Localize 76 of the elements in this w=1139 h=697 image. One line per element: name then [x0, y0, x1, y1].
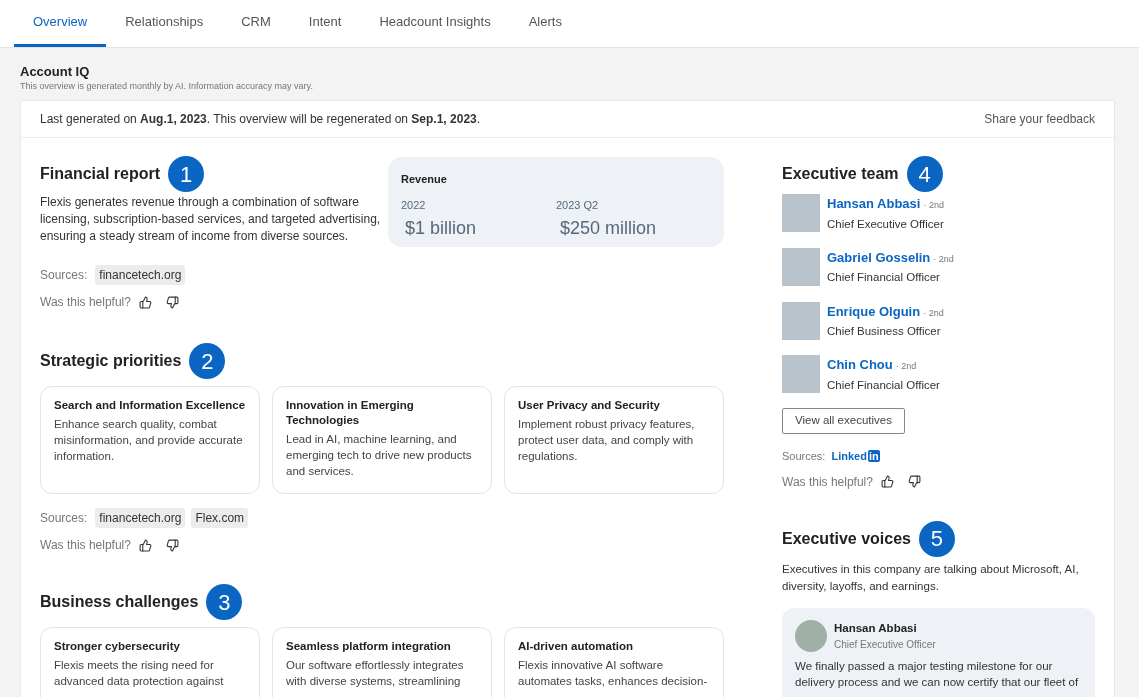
sources-label: Sources: — [782, 449, 826, 464]
generation-notice: Last generated on Aug.1, 2023. This overview will be regenerated on Sep.1, 2023. — [40, 111, 481, 128]
card-text: Flexis meets the rising need for advanced data protection against — [54, 658, 225, 689]
thumbs-down-icon[interactable] — [165, 538, 179, 552]
thumbs-up-icon[interactable] — [138, 538, 152, 552]
helpful-label: Was this helpful? — [40, 537, 131, 554]
connection-degree: · 2nd — [923, 306, 944, 320]
post-text: We finally passed a major testing milestone for our delivery process and we can now certify that our fleet of — [795, 658, 1080, 690]
thumbs-down-icon[interactable] — [165, 295, 179, 309]
executive-name-link[interactable]: Hansan Abbasi — [827, 194, 921, 214]
number-badge: 3 — [206, 584, 243, 620]
post-author-role: Chief Executive Officer — [834, 637, 936, 652]
revenue-label: Revenue — [401, 172, 448, 187]
page-subtitle: This overview is generated monthly by AI. Information accuracy may vary. — [20, 80, 314, 92]
voices-summary: Executives in this company are talking about Microsoft, AI, diversity, layoffs, and earnings. — [782, 561, 1080, 594]
section-title: Financial report — [40, 164, 161, 184]
helpful-label: Was this helpful? — [40, 294, 131, 311]
executive-role: Chief Executive Officer — [827, 216, 944, 232]
tab[interactable]: CRM — [222, 0, 290, 47]
section-title: Business challenges — [40, 592, 199, 612]
card-title: AI-driven automation — [518, 639, 634, 654]
number-badge: 5 — [918, 520, 955, 557]
executive-name-link[interactable]: Enrique Olguin — [827, 301, 921, 321]
card-text: Flexis innovative AI software automates tasks, enhances decision- — [518, 658, 709, 689]
section-title: Executive voices — [782, 528, 911, 549]
card-title: Seamless platform integration — [286, 639, 452, 654]
person-photo-placeholder — [782, 194, 820, 232]
card-text: Implement robust privacy features, protect user data, and comply with regulations. — [518, 417, 696, 464]
thumbs-up-icon[interactable] — [138, 295, 152, 309]
tab[interactable]: Alerts — [509, 0, 581, 47]
number-badge: 1 — [168, 156, 205, 192]
tab[interactable]: Intent — [289, 0, 361, 47]
sources-label: Sources: — [40, 267, 88, 284]
revenue-period: 2023 Q2 — [556, 197, 600, 213]
source-link[interactable]: Flex.com — [191, 508, 249, 528]
executive-role: Chief Financial Officer — [827, 377, 940, 393]
sources-label: Sources: — [40, 510, 88, 527]
source-link[interactable]: financetech.org — [95, 265, 186, 285]
feedback-link[interactable]: Share your feedback — [984, 110, 1095, 128]
avatar-placeholder — [795, 619, 827, 652]
connection-degree: · 2nd — [933, 252, 954, 266]
tab[interactable]: Overview — [14, 0, 107, 47]
card-title: Innovation in Emerging Technologies — [286, 398, 415, 428]
page-title: Account IQ — [20, 64, 91, 80]
section-title: Strategic priorities — [40, 351, 182, 371]
card-text: Enhance search quality, combat misinformation, and provide accurate information. — [54, 417, 244, 464]
thumbs-up-icon[interactable] — [880, 475, 894, 488]
view-all-executives-button[interactable]: View all executives — [782, 408, 905, 434]
section-title: Executive team — [782, 164, 899, 184]
tab[interactable]: Relationships — [106, 0, 223, 47]
helpful-label: Was this helpful? — [782, 473, 873, 491]
source-logo[interactable]: Linked in — [831, 448, 880, 465]
executive-name-link[interactable]: Gabriel Gosselin — [827, 247, 931, 268]
card-text: Lead in AI, machine learning, and emerging tech to drive new products and services. — [286, 432, 473, 479]
executive-name-link[interactable]: Chin Chou — [827, 355, 893, 375]
source-link[interactable]: financetech.org — [95, 508, 186, 528]
person-photo-placeholder — [782, 355, 820, 394]
connection-degree: · 2nd — [895, 360, 917, 374]
person-photo-placeholder — [782, 301, 820, 340]
thumbs-down-icon[interactable] — [907, 475, 921, 488]
executive-role: Chief Financial Officer — [827, 270, 941, 286]
number-badge: 2 — [189, 343, 226, 379]
card-title: Stronger cybersecurity — [54, 639, 181, 654]
connection-degree: · 2nd — [923, 199, 944, 212]
card-title: Search and Information Excellence — [54, 398, 246, 413]
executive-role: Chief Business Officer — [827, 324, 942, 339]
person-photo-placeholder — [782, 247, 820, 286]
financial-description: Flexis generates revenue through a combination of software licensing, subscription-based services, and targeted advertising, ensuring a steady stream of income from diverse sources. — [40, 194, 382, 245]
revenue-value: $1 billion — [404, 217, 478, 240]
post-author: Hansan Abbasi — [834, 620, 918, 636]
card-text: Our software effortlessly integrates with diverse systems, streamlining — [286, 658, 465, 689]
revenue-value: $250 million — [559, 217, 658, 240]
card-title: User Privacy and Security — [518, 398, 661, 413]
revenue-period: 2022 — [401, 197, 427, 213]
tab[interactable]: Headcount Insights — [360, 0, 510, 47]
number-badge: 4 — [906, 156, 943, 192]
